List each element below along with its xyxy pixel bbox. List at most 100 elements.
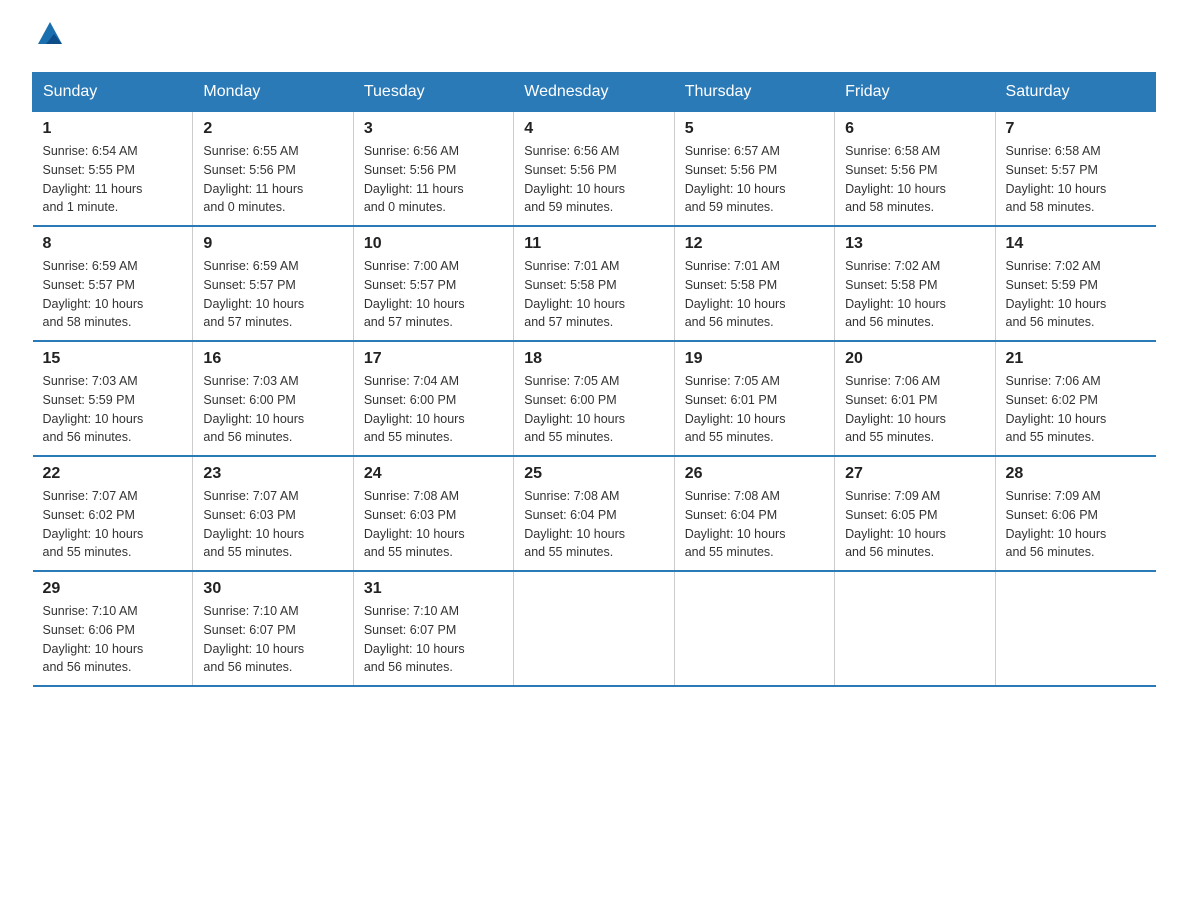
day-number: 25 (524, 465, 663, 483)
day-number: 26 (685, 465, 824, 483)
logo (32, 24, 68, 48)
day-number: 22 (43, 465, 183, 483)
day-number: 31 (364, 580, 503, 598)
day-info: Sunrise: 7:07 AMSunset: 6:02 PMDaylight:… (43, 487, 183, 562)
day-number: 1 (43, 120, 183, 138)
day-cell: 13 Sunrise: 7:02 AMSunset: 5:58 PMDayligh… (835, 226, 995, 341)
week-row-4: 22 Sunrise: 7:07 AMSunset: 6:02 PMDayligh… (33, 456, 1156, 571)
day-cell: 18 Sunrise: 7:05 AMSunset: 6:00 PMDayligh… (514, 341, 674, 456)
day-cell: 6 Sunrise: 6:58 AMSunset: 5:56 PMDaylight… (835, 112, 995, 227)
day-cell: 2 Sunrise: 6:55 AMSunset: 5:56 PMDaylight… (193, 112, 353, 227)
day-number: 5 (685, 120, 824, 138)
day-number: 8 (43, 235, 183, 253)
day-number: 17 (364, 350, 503, 368)
day-number: 9 (203, 235, 342, 253)
day-info: Sunrise: 7:08 AMSunset: 6:04 PMDaylight:… (685, 487, 824, 562)
day-number: 27 (845, 465, 984, 483)
day-info: Sunrise: 7:08 AMSunset: 6:04 PMDaylight:… (524, 487, 663, 562)
day-cell: 7 Sunrise: 6:58 AMSunset: 5:57 PMDaylight… (995, 112, 1155, 227)
header-cell-wednesday: Wednesday (514, 73, 674, 112)
day-cell: 30 Sunrise: 7:10 AMSunset: 6:07 PMDayligh… (193, 571, 353, 686)
header-cell-friday: Friday (835, 73, 995, 112)
day-number: 12 (685, 235, 824, 253)
day-cell: 16 Sunrise: 7:03 AMSunset: 6:00 PMDayligh… (193, 341, 353, 456)
day-info: Sunrise: 6:58 AMSunset: 5:57 PMDaylight:… (1006, 142, 1146, 217)
day-info: Sunrise: 6:59 AMSunset: 5:57 PMDaylight:… (43, 257, 183, 332)
day-info: Sunrise: 7:06 AMSunset: 6:01 PMDaylight:… (845, 372, 984, 447)
day-info: Sunrise: 7:06 AMSunset: 6:02 PMDaylight:… (1006, 372, 1146, 447)
day-info: Sunrise: 7:08 AMSunset: 6:03 PMDaylight:… (364, 487, 503, 562)
day-number: 23 (203, 465, 342, 483)
calendar-header-row: SundayMondayTuesdayWednesdayThursdayFrid… (33, 73, 1156, 112)
week-row-3: 15 Sunrise: 7:03 AMSunset: 5:59 PMDayligh… (33, 341, 1156, 456)
day-info: Sunrise: 7:03 AMSunset: 5:59 PMDaylight:… (43, 372, 183, 447)
day-cell: 28 Sunrise: 7:09 AMSunset: 6:06 PMDayligh… (995, 456, 1155, 571)
day-cell (514, 571, 674, 686)
day-cell: 20 Sunrise: 7:06 AMSunset: 6:01 PMDayligh… (835, 341, 995, 456)
day-number: 24 (364, 465, 503, 483)
day-cell: 25 Sunrise: 7:08 AMSunset: 6:04 PMDayligh… (514, 456, 674, 571)
day-cell: 10Sunrise: 7:00 AMSunset: 5:57 PMDayligh… (353, 226, 513, 341)
day-cell: 27Sunrise: 7:09 AMSunset: 6:05 PMDayligh… (835, 456, 995, 571)
day-info: Sunrise: 7:10 AMSunset: 6:07 PMDaylight:… (203, 602, 342, 677)
day-info: Sunrise: 7:03 AMSunset: 6:00 PMDaylight:… (203, 372, 342, 447)
calendar-table: SundayMondayTuesdayWednesdayThursdayFrid… (32, 72, 1156, 687)
day-cell: 11 Sunrise: 7:01 AMSunset: 5:58 PMDayligh… (514, 226, 674, 341)
day-number: 29 (43, 580, 183, 598)
header-cell-saturday: Saturday (995, 73, 1155, 112)
week-row-1: 1 Sunrise: 6:54 AMSunset: 5:55 PMDaylight… (33, 112, 1156, 227)
day-number: 10 (364, 235, 503, 253)
day-cell: 14 Sunrise: 7:02 AMSunset: 5:59 PMDayligh… (995, 226, 1155, 341)
day-info: Sunrise: 6:59 AMSunset: 5:57 PMDaylight:… (203, 257, 342, 332)
day-number: 18 (524, 350, 663, 368)
day-cell: 29 Sunrise: 7:10 AMSunset: 6:06 PMDayligh… (33, 571, 193, 686)
day-info: Sunrise: 7:02 AMSunset: 5:59 PMDaylight:… (1006, 257, 1146, 332)
header-cell-sunday: Sunday (33, 73, 193, 112)
day-info: Sunrise: 7:05 AMSunset: 6:01 PMDaylight:… (685, 372, 824, 447)
day-cell: 1 Sunrise: 6:54 AMSunset: 5:55 PMDaylight… (33, 112, 193, 227)
day-cell (835, 571, 995, 686)
day-number: 14 (1006, 235, 1146, 253)
day-cell: 15 Sunrise: 7:03 AMSunset: 5:59 PMDayligh… (33, 341, 193, 456)
day-number: 11 (524, 235, 663, 253)
day-number: 2 (203, 120, 342, 138)
day-cell: 8 Sunrise: 6:59 AMSunset: 5:57 PMDaylight… (33, 226, 193, 341)
day-info: Sunrise: 7:09 AMSunset: 6:06 PMDaylight:… (1006, 487, 1146, 562)
day-info: Sunrise: 7:07 AMSunset: 6:03 PMDaylight:… (203, 487, 342, 562)
day-cell: 22 Sunrise: 7:07 AMSunset: 6:02 PMDayligh… (33, 456, 193, 571)
day-info: Sunrise: 6:58 AMSunset: 5:56 PMDaylight:… (845, 142, 984, 217)
day-cell: 4Sunrise: 6:56 AMSunset: 5:56 PMDaylight… (514, 112, 674, 227)
day-cell: 24 Sunrise: 7:08 AMSunset: 6:03 PMDayligh… (353, 456, 513, 571)
day-cell (995, 571, 1155, 686)
day-number: 28 (1006, 465, 1146, 483)
logo-icon (36, 20, 64, 48)
day-info: Sunrise: 6:54 AMSunset: 5:55 PMDaylight:… (43, 142, 183, 217)
day-info: Sunrise: 7:02 AMSunset: 5:58 PMDaylight:… (845, 257, 984, 332)
day-number: 13 (845, 235, 984, 253)
day-cell: 12Sunrise: 7:01 AMSunset: 5:58 PMDayligh… (674, 226, 834, 341)
day-number: 3 (364, 120, 503, 138)
day-info: Sunrise: 6:56 AMSunset: 5:56 PMDaylight:… (364, 142, 503, 217)
day-number: 20 (845, 350, 984, 368)
day-cell: 19 Sunrise: 7:05 AMSunset: 6:01 PMDayligh… (674, 341, 834, 456)
day-number: 15 (43, 350, 183, 368)
day-cell: 3 Sunrise: 6:56 AMSunset: 5:56 PMDaylight… (353, 112, 513, 227)
day-info: Sunrise: 6:55 AMSunset: 5:56 PMDaylight:… (203, 142, 342, 217)
day-cell (674, 571, 834, 686)
day-cell: 21Sunrise: 7:06 AMSunset: 6:02 PMDayligh… (995, 341, 1155, 456)
day-number: 19 (685, 350, 824, 368)
header-cell-thursday: Thursday (674, 73, 834, 112)
day-info: Sunrise: 6:57 AMSunset: 5:56 PMDaylight:… (685, 142, 824, 217)
header-cell-tuesday: Tuesday (353, 73, 513, 112)
week-row-5: 29 Sunrise: 7:10 AMSunset: 6:06 PMDayligh… (33, 571, 1156, 686)
header (32, 24, 1156, 48)
day-number: 6 (845, 120, 984, 138)
day-cell: 31Sunrise: 7:10 AMSunset: 6:07 PMDayligh… (353, 571, 513, 686)
day-info: Sunrise: 7:10 AMSunset: 6:06 PMDaylight:… (43, 602, 183, 677)
day-info: Sunrise: 7:05 AMSunset: 6:00 PMDaylight:… (524, 372, 663, 447)
day-number: 30 (203, 580, 342, 598)
day-number: 7 (1006, 120, 1146, 138)
day-info: Sunrise: 7:01 AMSunset: 5:58 PMDaylight:… (524, 257, 663, 332)
day-number: 16 (203, 350, 342, 368)
day-number: 4 (524, 120, 663, 138)
